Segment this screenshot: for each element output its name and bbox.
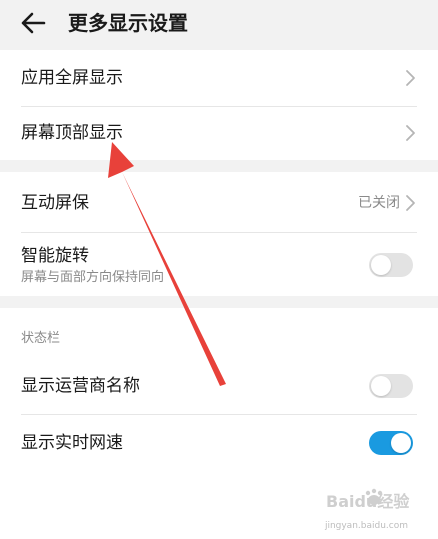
settings-row-interactive-screensaver[interactable]: 互动屏保 已关闭 bbox=[0, 172, 438, 232]
row-label: 显示运营商名称 bbox=[21, 376, 140, 396]
settings-row-network-speed[interactable]: 显示实时网速 bbox=[0, 415, 438, 471]
row-sublabel: 屏幕与面部方向保持同向 bbox=[21, 270, 165, 285]
row-label: 互动屏保 bbox=[21, 193, 89, 213]
chevron-right-icon bbox=[406, 125, 415, 141]
carrier-name-toggle[interactable] bbox=[369, 374, 413, 398]
watermark-url: jingyan.baidu.com bbox=[324, 521, 408, 531]
network-speed-toggle[interactable] bbox=[369, 431, 413, 455]
settings-row-smart-rotation[interactable]: 智能旋转 屏幕与面部方向保持同向 bbox=[0, 233, 438, 296]
app-header: 更多显示设置 bbox=[0, 0, 438, 50]
chevron-right-icon bbox=[406, 195, 415, 211]
chevron-right-icon bbox=[406, 70, 415, 86]
screen-behavior-card: 互动屏保 已关闭 智能旋转 屏幕与面部方向保持同向 bbox=[0, 172, 438, 296]
row-label: 屏幕顶部显示 bbox=[21, 123, 123, 143]
display-options-card: 应用全屏显示 屏幕顶部显示 bbox=[0, 50, 438, 160]
smart-rotation-toggle[interactable] bbox=[369, 253, 413, 277]
page-title: 更多显示设置 bbox=[68, 11, 188, 35]
settings-row-carrier-name[interactable]: 显示运营商名称 bbox=[0, 358, 438, 414]
section-label: 状态栏 bbox=[21, 331, 61, 346]
row-label: 显示实时网速 bbox=[21, 433, 123, 453]
baidu-jingyan-logo: Baidu经验 bbox=[326, 488, 410, 511]
settings-row-screen-top-display[interactable]: 屏幕顶部显示 bbox=[0, 107, 438, 160]
row-label: 应用全屏显示 bbox=[21, 68, 123, 88]
back-arrow-icon[interactable] bbox=[18, 8, 48, 38]
settings-row-fullscreen-apps[interactable]: 应用全屏显示 bbox=[0, 50, 438, 106]
toggle-knob bbox=[371, 376, 391, 396]
toggle-knob bbox=[371, 255, 391, 275]
status-value: 已关闭 bbox=[358, 195, 400, 211]
toggle-knob bbox=[391, 433, 411, 453]
row-label: 智能旋转 bbox=[21, 246, 89, 266]
